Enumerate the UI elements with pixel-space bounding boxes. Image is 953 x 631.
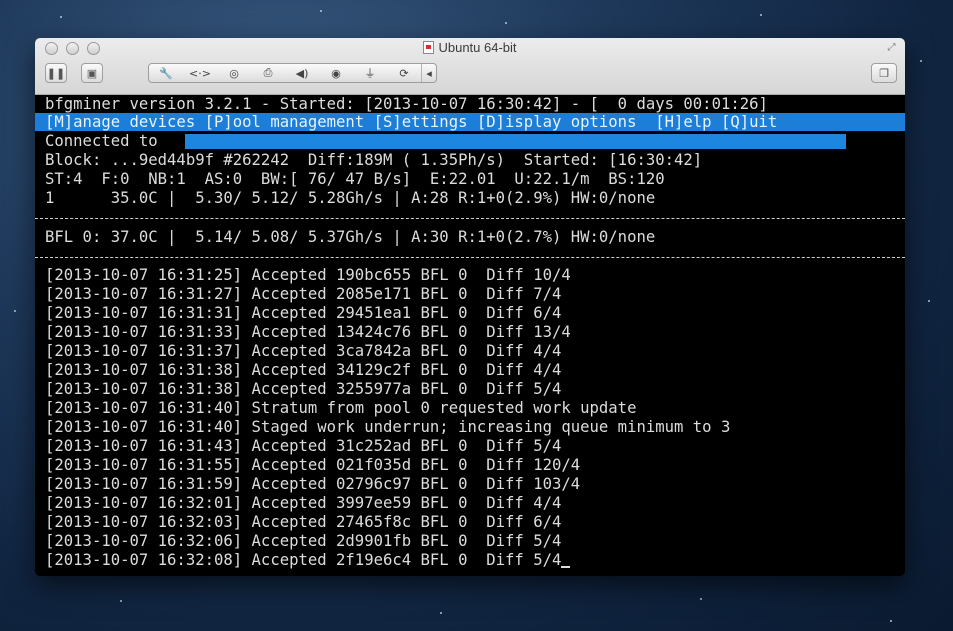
star xyxy=(700,598,702,600)
restore-button[interactable]: ❐ xyxy=(871,63,897,83)
pause-icon: ❚❚ xyxy=(46,67,66,80)
log-line: [2013-10-07 16:31:59] Accepted 02796c97 … xyxy=(45,475,581,493)
window-titlebar: Ubuntu 64-bit ⤢ ❚❚ ▣ 🔧 <·> ◎ ⎙ ◀) ◉ ⏚ ⟳ … xyxy=(35,38,905,95)
connected-line: Connected to xyxy=(45,132,158,150)
log-line: [2013-10-07 16:31:25] Accepted 190bc655 … xyxy=(45,266,571,284)
star xyxy=(920,60,922,62)
separator xyxy=(35,257,905,258)
star xyxy=(760,14,762,16)
star xyxy=(120,600,122,602)
disk-icon[interactable]: ◎ xyxy=(217,64,251,82)
block-line: Block: ...9ed44b9f #262242 Diff:189M ( 1… xyxy=(45,151,703,169)
log-line: [2013-10-07 16:32:03] Accepted 27465f8c … xyxy=(45,513,562,531)
star xyxy=(60,16,62,18)
terminal[interactable]: bfgminer version 3.2.1 - Started: [2013-… xyxy=(35,95,905,576)
wrench-icon[interactable]: 🔧 xyxy=(149,64,183,82)
share-icon[interactable]: ⟳ xyxy=(387,64,421,82)
log-line: [2013-10-07 16:31:31] Accepted 29451ea1 … xyxy=(45,304,562,322)
log-line: [2013-10-07 16:31:27] Accepted 2085e171 … xyxy=(45,285,562,303)
header-line: bfgminer version 3.2.1 - Started: [2013-… xyxy=(45,95,768,113)
device-toolbar: 🔧 <·> ◎ ⎙ ◀) ◉ ⏚ ⟳ ◂ xyxy=(148,63,437,83)
usb-icon[interactable]: ⏚ xyxy=(353,64,387,82)
star xyxy=(320,10,322,12)
menu-line[interactable]: [M]anage devices [P]ool management [S]et… xyxy=(45,113,777,132)
log-line: [2013-10-07 16:32:06] Accepted 2d9901fb … xyxy=(45,532,562,550)
pause-button[interactable]: ❚❚ xyxy=(45,63,67,83)
log-line: [2013-10-07 16:31:38] Accepted 34129c2f … xyxy=(45,361,562,379)
log-line: [2013-10-07 16:31:55] Accepted 021f035d … xyxy=(45,456,581,474)
connection-progress-bar xyxy=(185,134,846,149)
printer-icon[interactable]: ⎙ xyxy=(251,64,285,82)
stats-line: ST:4 F:0 NB:1 AS:0 BW:[ 76/ 47 B/s] E:22… xyxy=(45,170,665,188)
log-line: [2013-10-07 16:31:37] Accepted 3ca7842a … xyxy=(45,342,562,360)
network-icon[interactable]: <·> xyxy=(183,64,217,82)
vm-window: Ubuntu 64-bit ⤢ ❚❚ ▣ 🔧 <·> ◎ ⎙ ◀) ◉ ⏚ ⟳ … xyxy=(35,38,905,576)
vm-settings-button[interactable]: ▣ xyxy=(81,63,103,83)
star xyxy=(928,300,930,302)
camera-icon[interactable]: ◉ xyxy=(319,64,353,82)
arrow-left-icon[interactable]: ◂ xyxy=(421,64,436,82)
log-line: [2013-10-07 16:31:40] Staged work underr… xyxy=(45,418,731,436)
text-cursor xyxy=(561,551,571,568)
vm-document-icon xyxy=(423,41,435,54)
star xyxy=(440,612,442,614)
window-title: Ubuntu 64-bit xyxy=(35,40,905,56)
vm-settings-icon: ▣ xyxy=(86,67,98,80)
log-line: [2013-10-07 16:31:40] Stratum from pool … xyxy=(45,399,637,417)
star xyxy=(505,22,507,24)
star xyxy=(890,620,892,622)
log-line: [2013-10-07 16:31:38] Accepted 3255977a … xyxy=(45,380,562,398)
log-line: [2013-10-07 16:32:01] Accepted 3997ee59 … xyxy=(45,494,562,512)
device-line: BFL 0: 37.0C | 5.14/ 5.08/ 5.37Gh/s | A:… xyxy=(45,228,656,246)
log-line-last: [2013-10-07 16:32:08] Accepted 2f19e6c4 … xyxy=(45,551,571,570)
star xyxy=(14,310,16,312)
sound-icon[interactable]: ◀) xyxy=(285,64,319,82)
fullscreen-icon[interactable]: ⤢ xyxy=(886,42,897,53)
restore-icon: ❐ xyxy=(879,67,889,80)
log-line: [2013-10-07 16:31:43] Accepted 31c252ad … xyxy=(45,437,562,455)
log-line: [2013-10-07 16:31:33] Accepted 13424c76 … xyxy=(45,323,571,341)
separator xyxy=(35,218,905,219)
device-summary-line: 1 35.0C | 5.30/ 5.12/ 5.28Gh/s | A:28 R:… xyxy=(45,189,656,207)
